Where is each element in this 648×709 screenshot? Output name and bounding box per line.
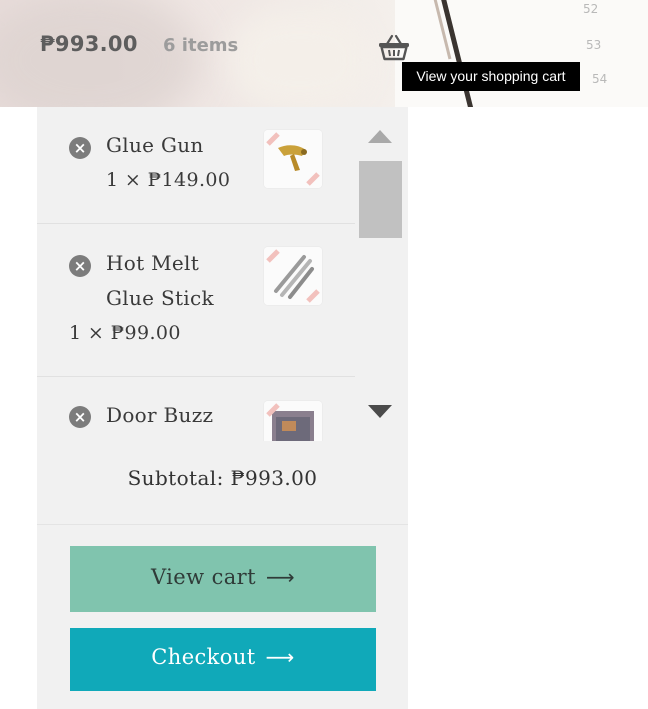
item-name[interactable]: Door Buzz	[106, 398, 213, 433]
cart-item: × Glue Gun 1 × ₱149.00	[37, 107, 355, 224]
remove-item-icon[interactable]: ×	[69, 137, 91, 159]
site-header: 52 53 54 ₱993.00 6 items View your shopp…	[0, 0, 648, 107]
item-name-line2[interactable]: Glue Stick	[106, 281, 214, 316]
subtotal-section: Subtotal: ₱993.00	[37, 441, 408, 524]
cart-subtotal: Subtotal: ₱993.00	[127, 466, 318, 490]
item-name[interactable]: Glue Gun	[106, 128, 204, 163]
background-page-number: 54	[592, 72, 608, 86]
item-thumbnail-door-buzzer[interactable]	[264, 401, 322, 441]
background-page-number: 53	[586, 38, 602, 52]
item-thumbnail-glue-gun[interactable]	[264, 130, 322, 188]
cart-item-list[interactable]: × Glue Gun 1 × ₱149.00 × Hot Melt Glue S…	[37, 107, 355, 441]
item-thumbnail-glue-stick[interactable]	[264, 247, 322, 305]
scroll-down-arrow-icon[interactable]	[368, 405, 392, 418]
background-blur	[230, 10, 370, 107]
cart-tooltip: View your shopping cart	[402, 62, 580, 91]
remove-item-icon[interactable]: ×	[69, 406, 91, 428]
background-page-number: 52	[583, 2, 599, 16]
cart-item: × Door Buzz	[37, 377, 355, 441]
scroll-up-arrow-icon[interactable]	[368, 130, 392, 143]
item-quantity-price: 1 × ₱99.00	[69, 322, 181, 344]
scrollbar-thumb[interactable]	[359, 161, 402, 238]
section-divider	[37, 524, 408, 525]
cart-total[interactable]: ₱993.00	[40, 32, 138, 56]
remove-item-icon[interactable]: ×	[69, 255, 91, 277]
cart-item: × Hot Melt Glue Stick 1 × ₱99.00	[37, 224, 355, 377]
basket-icon[interactable]	[377, 33, 411, 61]
arrow-right-icon: ⟶	[265, 565, 296, 589]
cart-count[interactable]: 6 items	[163, 35, 238, 56]
item-quantity-price: 1 × ₱149.00	[106, 169, 231, 191]
item-name[interactable]: Hot Melt	[106, 246, 199, 281]
checkout-button[interactable]: Checkout ⟶	[70, 628, 376, 691]
view-cart-label: View cart	[150, 565, 256, 589]
checkout-label: Checkout	[151, 645, 256, 669]
view-cart-button[interactable]: View cart ⟶	[70, 546, 376, 612]
mini-cart-dropdown: × Glue Gun 1 × ₱149.00 × Hot Melt Glue S…	[37, 107, 408, 709]
arrow-right-icon: ⟶	[265, 645, 295, 669]
